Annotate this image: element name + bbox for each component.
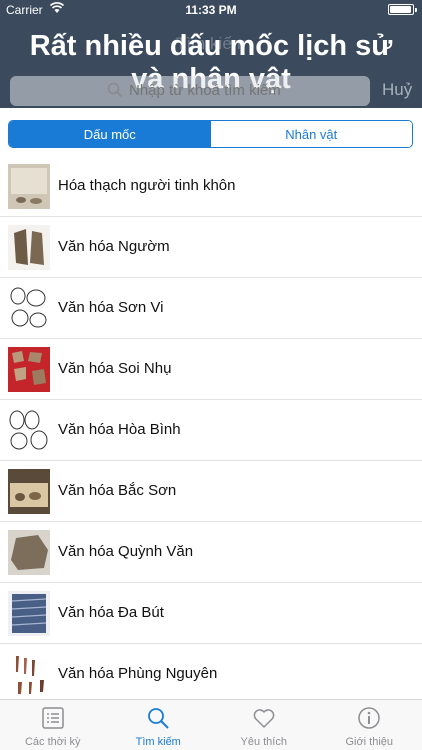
pottery-fragment-thumbnail [8, 591, 50, 636]
tab-search[interactable]: Tìm kiếm [106, 700, 212, 750]
search-field[interactable] [10, 76, 370, 106]
list-item[interactable]: Văn hóa Phùng Nguyên [0, 644, 422, 705]
segment-milestones[interactable]: Dấu mốc [9, 121, 211, 147]
tab-label: Giới thiệu [345, 736, 394, 748]
list-item[interactable]: Văn hóa Bắc Sơn [0, 461, 422, 522]
shards-thumbnail [8, 347, 50, 392]
search-icon [148, 708, 169, 729]
list-item-title: Văn hóa Sơn Vi [58, 299, 164, 316]
list-item[interactable]: Văn hóa Ngườm [0, 217, 422, 278]
list-item[interactable]: Văn hóa Sơn Vi [0, 278, 422, 339]
list-item[interactable]: Văn hóa Hòa Bình [0, 400, 422, 461]
list-item-title: Văn hóa Quỳnh Văn [58, 543, 194, 560]
tab-favorites[interactable]: Yêu thích [211, 700, 317, 750]
list-item-title: Văn hóa Phùng Nguyên [58, 665, 218, 682]
list-item[interactable]: Hóa thạch người tinh khôn [0, 156, 422, 217]
list-item-title: Văn hóa Hòa Bình [58, 421, 181, 438]
tab-bar: Các thời kỳ Tìm kiếm Yêu thích Giới thiệ… [0, 699, 422, 750]
list-item-title: Văn hóa Ngườm [58, 238, 170, 255]
list-item-title: Văn hóa Đa Bút [58, 604, 164, 621]
list-item[interactable]: Văn hóa Đa Bút [0, 583, 422, 644]
list-item-title: Hóa thạch người tinh khôn [58, 177, 236, 194]
tab-periods[interactable]: Các thời kỳ [0, 700, 106, 750]
segment-people[interactable]: Nhân vật [210, 121, 412, 147]
clock: 11:33 PM [185, 3, 237, 17]
cancel-button[interactable]: Huỷ [382, 80, 412, 100]
list-item[interactable]: Văn hóa Quỳnh Văn [0, 522, 422, 583]
stone-artifact-thumbnail [8, 530, 50, 575]
stone-tool-thumbnail [8, 225, 50, 270]
tab-label: Yêu thích [240, 736, 287, 748]
battery-icon [388, 4, 417, 15]
list-item-title: Văn hóa Soi Nhụ [58, 360, 172, 377]
tab-about[interactable]: Giới thiệu [317, 700, 422, 750]
info-icon [358, 707, 380, 729]
list-item[interactable]: Văn hóa Soi Nhụ [0, 339, 422, 400]
milestone-list: Hóa thạch người tinh khôn Văn hóa Ngườm … [0, 156, 422, 705]
list-item-title: Văn hóa Bắc Sơn [58, 482, 177, 499]
tab-label: Tìm kiếm [135, 736, 181, 748]
arrowheads-thumbnail [8, 652, 50, 697]
search-input[interactable] [127, 81, 361, 100]
segmented-control: Dấu mốc Nhân vật [8, 120, 413, 148]
tool-sketches-thumbnail [8, 286, 50, 331]
tool-sketches-thumbnail [8, 408, 50, 453]
tab-label: Các thời kỳ [24, 736, 81, 748]
battery-level-fill [390, 6, 411, 13]
heart-icon [253, 709, 275, 728]
search-icon [107, 82, 123, 98]
list-icon [42, 707, 64, 729]
fossil-display-thumbnail [8, 164, 50, 209]
museum-case-thumbnail [8, 469, 50, 514]
status-bar: Carrier 11:33 PM [0, 0, 422, 20]
